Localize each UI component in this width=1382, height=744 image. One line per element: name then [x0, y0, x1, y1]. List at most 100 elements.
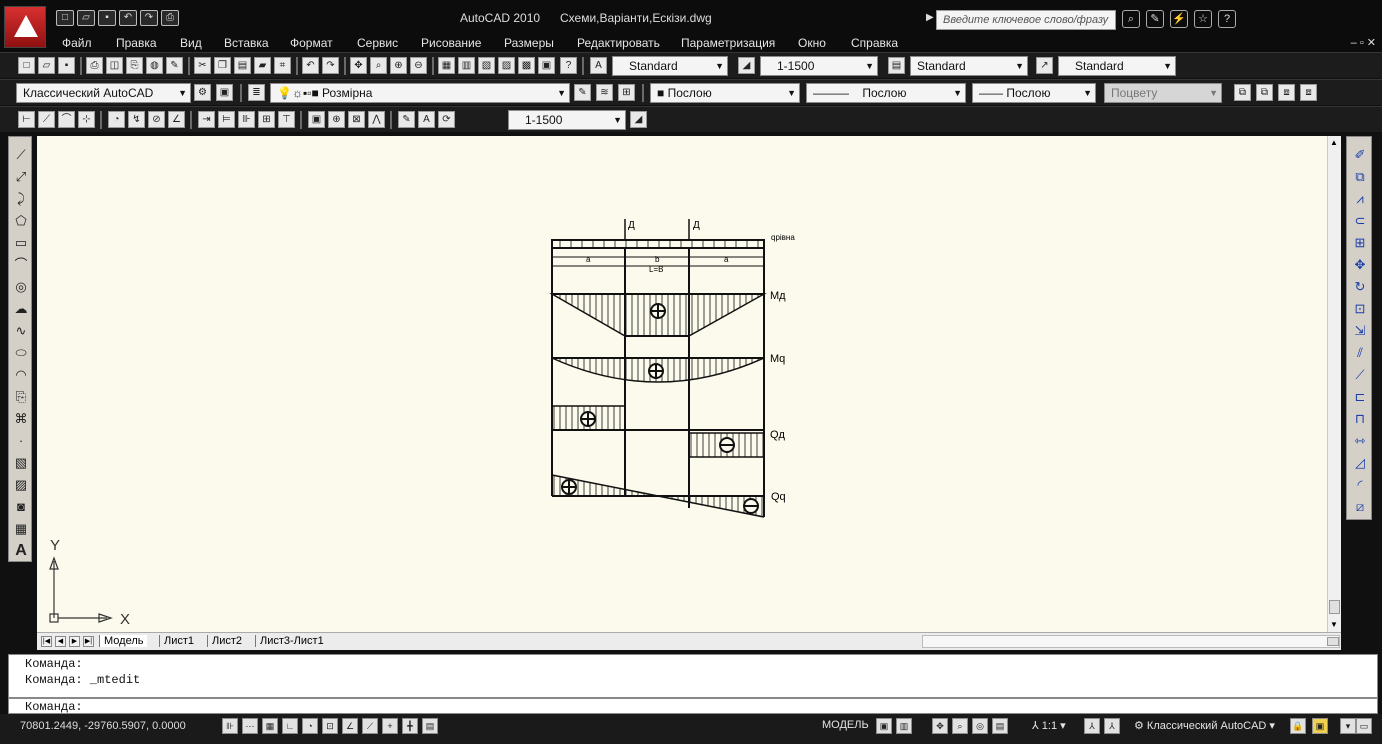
tab-prev-icon[interactable]: ◀: [55, 636, 66, 647]
scroll-up-icon[interactable]: ▲: [1330, 138, 1338, 147]
horizontal-scrollbar[interactable]: [922, 635, 1340, 648]
mirror-icon[interactable]: ⩘: [1350, 189, 1370, 209]
hatch-icon[interactable]: ▧: [11, 453, 31, 473]
calculator-icon[interactable]: ▣: [538, 57, 555, 74]
jogged-linear-icon[interactable]: ⋀: [368, 111, 385, 128]
dim-style-control[interactable]: 1-1500 ▼: [508, 110, 626, 130]
color-select[interactable]: ■ Послою ▼: [650, 83, 800, 103]
zoom-status-icon[interactable]: ⌕: [952, 718, 968, 734]
toolbar-lock-icon[interactable]: 🔒: [1290, 718, 1306, 734]
dim-style-manager-icon[interactable]: ◢: [630, 111, 647, 128]
layer-select[interactable]: 💡☼▪▫■ Розмірна ▼: [270, 83, 570, 103]
design-publisher-icon[interactable]: ✎: [166, 57, 183, 74]
plot-button-icon[interactable]: ⎙: [86, 57, 103, 74]
menu-tools[interactable]: Сервис: [357, 36, 398, 50]
gradient-icon[interactable]: ▨: [11, 475, 31, 495]
horizontal-scroll-thumb[interactable]: [1327, 637, 1339, 646]
object-snap-icon[interactable]: ⊡: [322, 718, 338, 734]
preview-icon[interactable]: ◫: [106, 57, 123, 74]
help-icon[interactable]: ?: [1218, 10, 1236, 28]
match-properties-icon[interactable]: ▰: [254, 57, 271, 74]
search-expand-icon[interactable]: ▶: [926, 12, 934, 23]
dim-style-select[interactable]: 1-1500 ▼: [760, 56, 878, 76]
vertical-scrollbar[interactable]: ▲ ▼: [1327, 136, 1341, 632]
tab-model[interactable]: Модель: [99, 635, 148, 647]
vertical-scroll-thumb[interactable]: [1329, 600, 1340, 614]
ellipse-icon[interactable]: ⬭: [11, 343, 31, 363]
point-icon[interactable]: ·: [11, 431, 31, 451]
pan-icon[interactable]: ✥: [350, 57, 367, 74]
menu-insert[interactable]: Вставка: [224, 36, 269, 50]
offset-icon[interactable]: ⊂: [1350, 211, 1370, 231]
table-icon[interactable]: ▦: [11, 519, 31, 539]
help-button-icon[interactable]: ?: [560, 57, 577, 74]
dim-space-icon[interactable]: ⊞: [258, 111, 275, 128]
pan-status-icon[interactable]: ✥: [932, 718, 948, 734]
tab-first-icon[interactable]: |◀: [41, 636, 52, 647]
mleader-style-icon[interactable]: ↗: [1036, 57, 1053, 74]
table-style-icon[interactable]: ▤: [888, 57, 905, 74]
annotation-scale-label[interactable]: ⅄ 1:1 ▾: [1032, 719, 1066, 732]
tab-sheet3[interactable]: Лист3-Лист1: [255, 635, 328, 647]
region-icon[interactable]: ◙: [11, 497, 31, 517]
trim-icon[interactable]: ⫽: [1350, 343, 1370, 363]
binoculars-icon[interactable]: ⌕: [1122, 10, 1140, 28]
markup-icon[interactable]: ▩: [518, 57, 535, 74]
lineweight-toggle-icon[interactable]: ╋: [402, 718, 418, 734]
send-under-icon[interactable]: ⧈: [1300, 84, 1317, 101]
menu-draw[interactable]: Рисование: [421, 36, 481, 50]
tab-sheet1[interactable]: Лист1: [159, 635, 198, 647]
paste-icon[interactable]: ▤: [234, 57, 251, 74]
window-controls[interactable]: ‒ ▫ ✕: [1351, 36, 1376, 49]
jogged-dim-icon[interactable]: ↯: [128, 111, 145, 128]
erase-icon[interactable]: ✐: [1350, 145, 1370, 165]
diameter-dim-icon[interactable]: ⊘: [148, 111, 165, 128]
break-icon[interactable]: ⊓: [1350, 409, 1370, 429]
workspace-switch[interactable]: ⚙ Классический AutoCAD ▾: [1134, 719, 1275, 732]
join-icon[interactable]: ⇿: [1350, 431, 1370, 451]
baseline-dim-icon[interactable]: ⊨: [218, 111, 235, 128]
status-menu-icon[interactable]: ▾: [1340, 718, 1356, 734]
menu-help[interactable]: Справка: [851, 36, 898, 50]
scroll-down-icon[interactable]: ▼: [1330, 620, 1338, 629]
subscription-icon[interactable]: ✎: [1146, 10, 1164, 28]
line-icon[interactable]: ⟋: [11, 145, 31, 165]
workspace-select[interactable]: Классический AutoCAD ▼: [16, 83, 191, 103]
move-icon[interactable]: ✥: [1350, 255, 1370, 275]
bring-to-front-icon[interactable]: ⧉: [1234, 84, 1251, 101]
layer-states-icon[interactable]: ⊞: [618, 84, 635, 101]
text-style-select[interactable]: Standard ▼: [612, 56, 728, 76]
application-menu-button[interactable]: [4, 6, 46, 48]
menu-modify[interactable]: Редактировать: [577, 36, 660, 50]
chamfer-icon[interactable]: ◿: [1350, 453, 1370, 473]
quick-view-drawings-icon[interactable]: ▥: [896, 718, 912, 734]
break-at-point-icon[interactable]: ⊏: [1350, 387, 1370, 407]
new-icon[interactable]: □: [56, 10, 74, 26]
radius-dim-icon[interactable]: ◔: [108, 111, 125, 128]
layer-manager-icon[interactable]: ≣: [248, 84, 265, 101]
linear-dim-icon[interactable]: ⊢: [18, 111, 35, 128]
revcloud-icon[interactable]: ☁: [11, 299, 31, 319]
polar-tracking-icon[interactable]: ◔: [302, 718, 318, 734]
workspace-settings-icon[interactable]: ⚙: [194, 84, 211, 101]
zoom-previous-icon[interactable]: ⊖: [410, 57, 427, 74]
qnew-icon[interactable]: □: [18, 57, 35, 74]
dynamic-input-icon[interactable]: +: [382, 718, 398, 734]
send-to-back-icon[interactable]: ⧉: [1256, 84, 1273, 101]
menu-dimension[interactable]: Размеры: [504, 36, 554, 50]
copy-object-icon[interactable]: ⧉: [1350, 167, 1370, 187]
auto-scale-icon[interactable]: ⅄: [1104, 718, 1120, 734]
ortho-mode-icon[interactable]: ∟: [282, 718, 298, 734]
showmotion-icon[interactable]: ▤: [992, 718, 1008, 734]
arc-length-icon[interactable]: ⌒: [58, 111, 75, 128]
save-icon[interactable]: ▪: [98, 10, 116, 26]
zoom-realtime-icon[interactable]: ⌕: [370, 57, 387, 74]
tolerance-icon[interactable]: ▣: [308, 111, 325, 128]
rotate-icon[interactable]: ↻: [1350, 277, 1370, 297]
hardware-acceleration-icon[interactable]: ▣: [1312, 718, 1328, 734]
make-current-layer-icon[interactable]: ✎: [574, 84, 591, 101]
command-history[interactable]: Команда: Команда: _mtedit: [8, 654, 1378, 698]
plot-icon[interactable]: ⎙: [161, 10, 179, 26]
tab-sheet2[interactable]: Лист2: [207, 635, 246, 647]
linetype-select[interactable]: ——— Послою ▼: [806, 83, 966, 103]
